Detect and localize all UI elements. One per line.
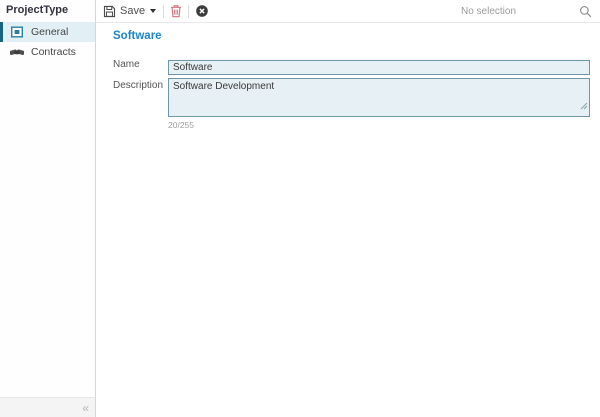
- handshake-icon: [9, 45, 24, 59]
- dropdown-arrow-icon: [149, 8, 157, 14]
- name-row: Name: [113, 57, 590, 75]
- toolbar-separator: [188, 5, 189, 18]
- collapse-sidebar-icon[interactable]: «: [82, 402, 89, 414]
- main-panel: Save: [96, 0, 600, 417]
- name-input[interactable]: [168, 60, 590, 75]
- search-icon[interactable]: [579, 5, 592, 18]
- delete-button[interactable]: [170, 0, 182, 22]
- floppy-save-icon: [103, 5, 116, 18]
- page-title: Software: [113, 30, 590, 42]
- sidebar-item-contracts[interactable]: Contracts: [0, 42, 95, 62]
- sidebar-spacer: [0, 62, 95, 397]
- description-textarea[interactable]: Software Development: [168, 78, 590, 117]
- app-window: ProjectType General Contracts: [0, 0, 600, 417]
- save-dropdown-button[interactable]: [149, 0, 157, 22]
- save-button-label: Save: [120, 5, 145, 17]
- sidebar-item-label: Contracts: [31, 46, 76, 58]
- search-input[interactable]: [461, 6, 573, 17]
- sidebar-title: ProjectType: [0, 0, 95, 22]
- sidebar-footer: «: [0, 397, 95, 417]
- name-label: Name: [113, 57, 168, 75]
- sidebar-item-general[interactable]: General: [0, 22, 95, 42]
- save-button[interactable]: Save: [103, 0, 145, 22]
- character-counter: 20/255: [168, 120, 590, 130]
- description-label: Description: [113, 78, 168, 117]
- sidebar: ProjectType General Contracts: [0, 0, 96, 417]
- close-button[interactable]: [195, 0, 209, 22]
- trash-icon: [170, 4, 182, 18]
- description-row: Description Software Development: [113, 78, 590, 117]
- sidebar-item-label: General: [31, 26, 68, 38]
- toolbar: Save: [96, 0, 600, 23]
- selection-search: [461, 5, 592, 18]
- content-area: Software Name Description Software Devel…: [96, 23, 600, 130]
- toolbar-separator: [163, 5, 164, 18]
- screen-icon: [9, 25, 24, 39]
- close-circle-icon: [195, 4, 209, 18]
